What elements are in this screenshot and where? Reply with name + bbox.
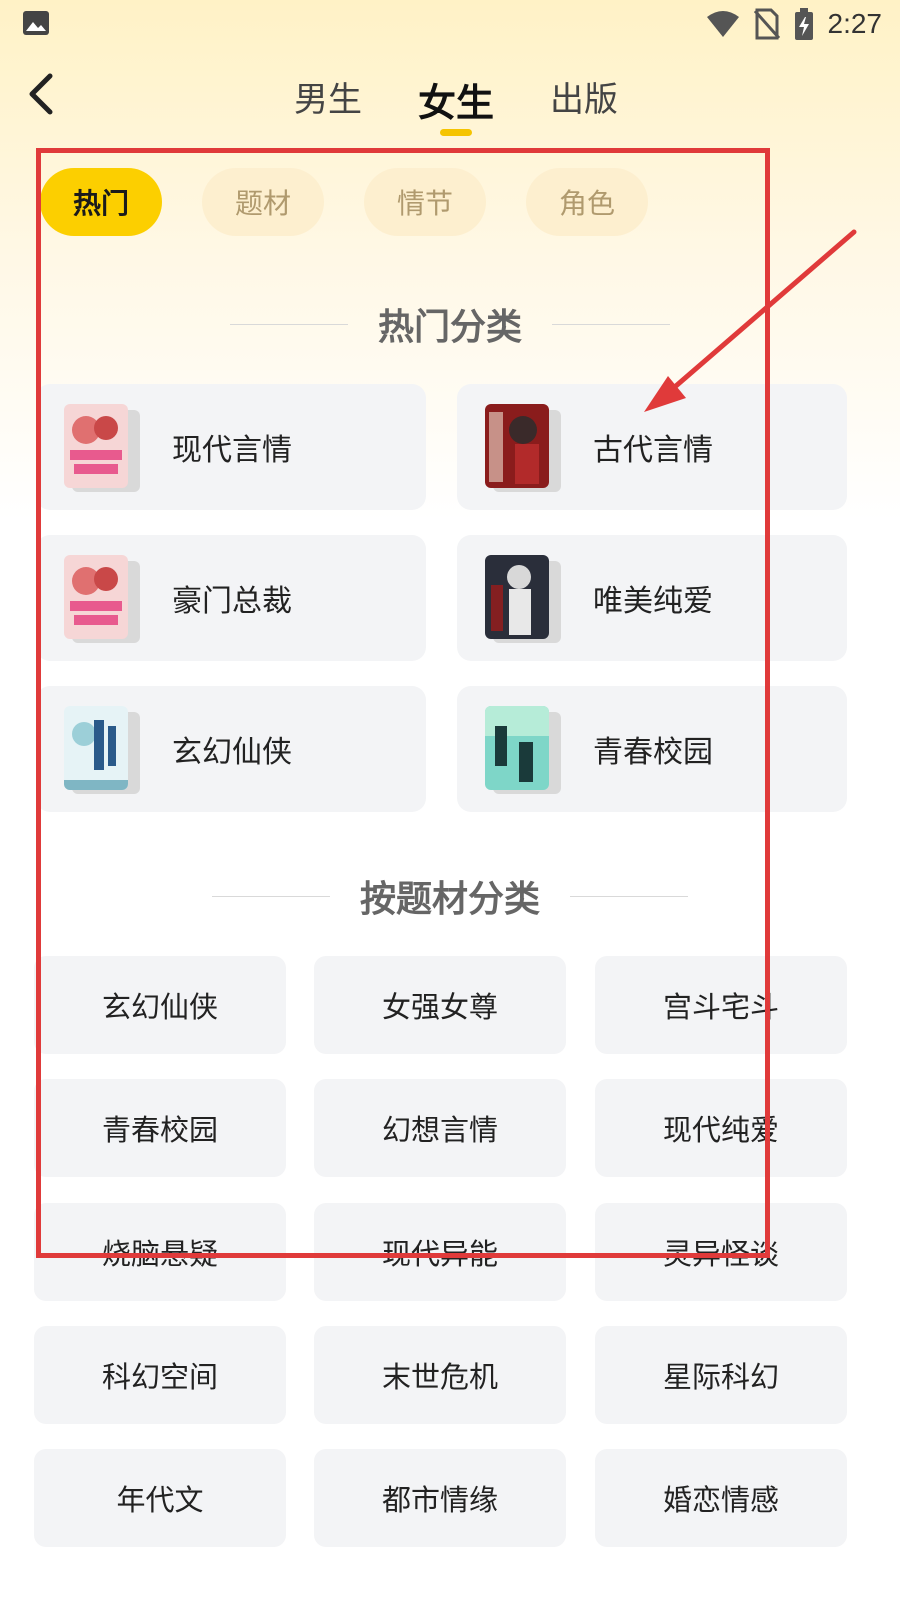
category-card-modern-romance[interactable]: 现代言情 <box>36 384 426 510</box>
genre-section-header: 按题材分类 <box>0 870 900 922</box>
category-label: 古代言情 <box>593 433 713 468</box>
divider <box>552 323 670 325</box>
genre-item[interactable]: 青春校园 <box>34 1079 286 1177</box>
genre-item[interactable]: 末世危机 <box>314 1326 566 1424</box>
genre-item[interactable]: 烧脑悬疑 <box>34 1203 286 1301</box>
status-bar: 2:27 <box>0 0 900 48</box>
category-label: 豪门总裁 <box>172 584 292 619</box>
category-label: 现代言情 <box>172 433 292 468</box>
book-cover <box>64 706 144 794</box>
wifi-icon <box>706 11 739 37</box>
book-cover <box>485 706 565 794</box>
category-card-youth-campus[interactable]: 青春校园 <box>457 686 847 812</box>
genre-item[interactable]: 现代异能 <box>314 1203 566 1301</box>
hot-section-header: 热门分类 <box>0 298 900 350</box>
section-title: 热门分类 <box>377 307 522 348</box>
genre-item[interactable]: 婚恋情感 <box>595 1449 847 1547</box>
category-card-pure-love[interactable]: 唯美纯爱 <box>457 535 847 661</box>
battery-charging-icon <box>794 8 813 40</box>
book-cover <box>64 555 144 643</box>
genre-item[interactable]: 幻想言情 <box>314 1079 566 1177</box>
category-card-rich-ceo[interactable]: 豪门总裁 <box>36 535 426 661</box>
top-nav: 男生 女生 出版 <box>0 62 900 142</box>
active-tab-indicator <box>439 129 472 136</box>
tab-female[interactable]: 女生 <box>418 72 494 136</box>
no-sim-icon <box>753 8 780 40</box>
category-label: 青春校园 <box>593 735 713 770</box>
clock: 2:27 <box>827 8 883 39</box>
tab-male[interactable]: 男生 <box>294 72 362 130</box>
divider <box>211 895 330 897</box>
genre-item[interactable]: 星际科幻 <box>595 1326 847 1424</box>
category-label: 玄幻仙侠 <box>172 735 292 770</box>
chip-role[interactable]: 角色 <box>526 168 648 236</box>
genre-item[interactable]: 女强女尊 <box>314 956 566 1054</box>
tab-publish[interactable]: 出版 <box>550 72 618 130</box>
genre-item[interactable]: 科幻空间 <box>34 1326 286 1424</box>
divider <box>570 895 688 897</box>
image-icon <box>23 11 49 35</box>
divider <box>229 323 348 325</box>
book-cover <box>485 404 565 492</box>
genre-item[interactable]: 玄幻仙侠 <box>34 956 286 1054</box>
genre-item[interactable]: 灵异怪谈 <box>595 1203 847 1301</box>
chip-hot[interactable]: 热门 <box>40 168 162 236</box>
chip-plot[interactable]: 情节 <box>364 168 486 236</box>
category-card-ancient-romance[interactable]: 古代言情 <box>457 384 847 510</box>
genre-item[interactable]: 宫斗宅斗 <box>595 956 847 1054</box>
book-cover <box>64 404 144 492</box>
chip-theme[interactable]: 题材 <box>202 168 324 236</box>
category-label: 唯美纯爱 <box>593 584 713 619</box>
genre-item[interactable]: 现代纯爱 <box>595 1079 847 1177</box>
category-card-fantasy-xianxia[interactable]: 玄幻仙侠 <box>36 686 426 812</box>
genre-item[interactable]: 都市情缘 <box>314 1449 566 1547</box>
gender-tabs: 男生 女生 出版 <box>0 72 900 136</box>
book-cover <box>485 555 565 643</box>
section-title: 按题材分类 <box>359 879 540 920</box>
genre-item[interactable]: 年代文 <box>34 1449 286 1547</box>
filter-chips: 热门 题材 情节 角色 <box>40 168 648 236</box>
